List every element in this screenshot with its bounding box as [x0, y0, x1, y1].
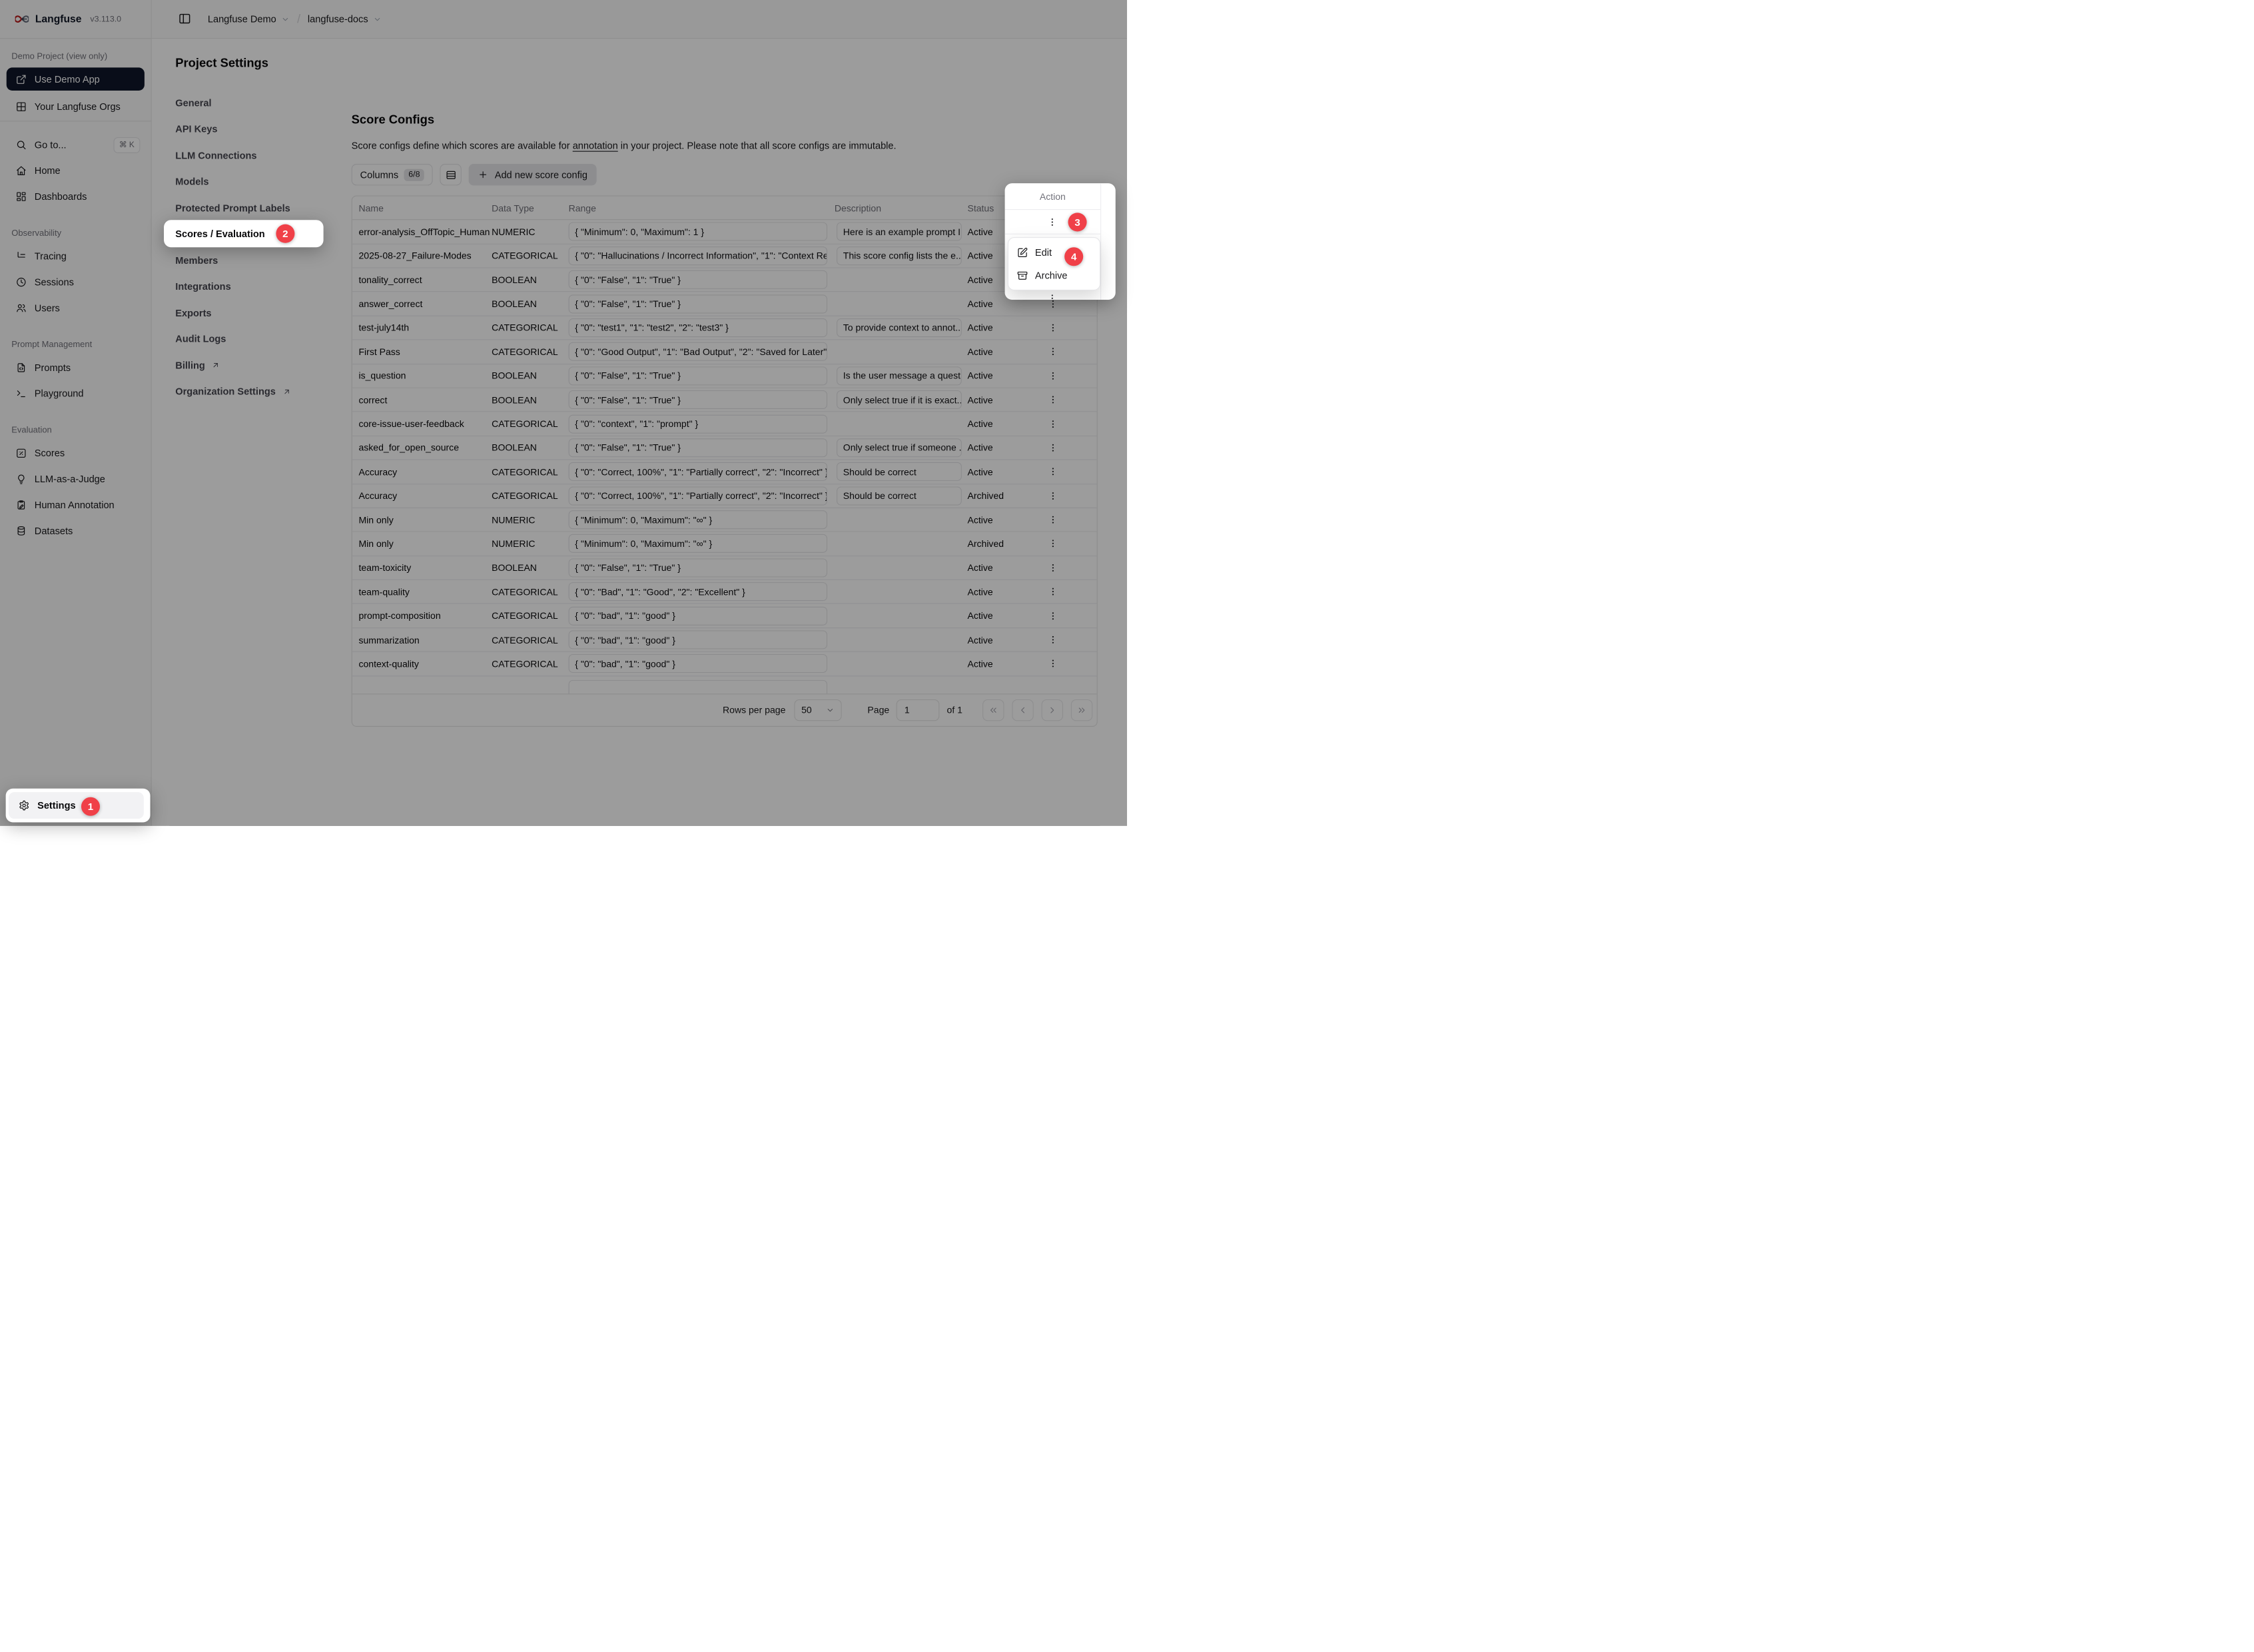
settings-label: Settings [37, 800, 75, 811]
action-column-header: Action [1005, 183, 1101, 209]
row-actions-button[interactable] [1044, 214, 1060, 230]
edit-label: Edit [1035, 247, 1052, 258]
spotlight-settings: Settings [6, 789, 151, 823]
menu-item-edit[interactable]: Edit [1011, 240, 1096, 264]
menu-item-archive[interactable]: Archive [1011, 264, 1096, 287]
step-badge-4: 4 [1064, 247, 1083, 266]
edit-icon [1017, 247, 1028, 258]
tutorial-dim-overlay [0, 0, 1127, 826]
dots-vertical-icon [1047, 217, 1057, 227]
spotlight-scores-evaluation[interactable]: Scores / Evaluation [164, 220, 324, 247]
archive-icon [1017, 270, 1028, 280]
step-badge-3: 3 [1068, 212, 1087, 231]
divider [1100, 183, 1101, 300]
archive-label: Archive [1035, 270, 1068, 280]
dots-vertical-icon [1047, 293, 1057, 300]
gear-icon [19, 800, 29, 811]
row-actions-button[interactable] [1044, 290, 1060, 300]
app-root: Langfuse v3.113.0 Demo Project (view onl… [0, 0, 1127, 826]
divider [1005, 209, 1101, 210]
step-badge-1: 1 [81, 797, 100, 816]
settings-nav-item-scores-evaluation-label: Scores / Evaluation [175, 228, 264, 239]
sidebar-item-settings[interactable]: Settings [9, 792, 144, 819]
row-actions-menu: Edit Archive [1008, 237, 1100, 290]
step-badge-2: 2 [276, 224, 294, 243]
